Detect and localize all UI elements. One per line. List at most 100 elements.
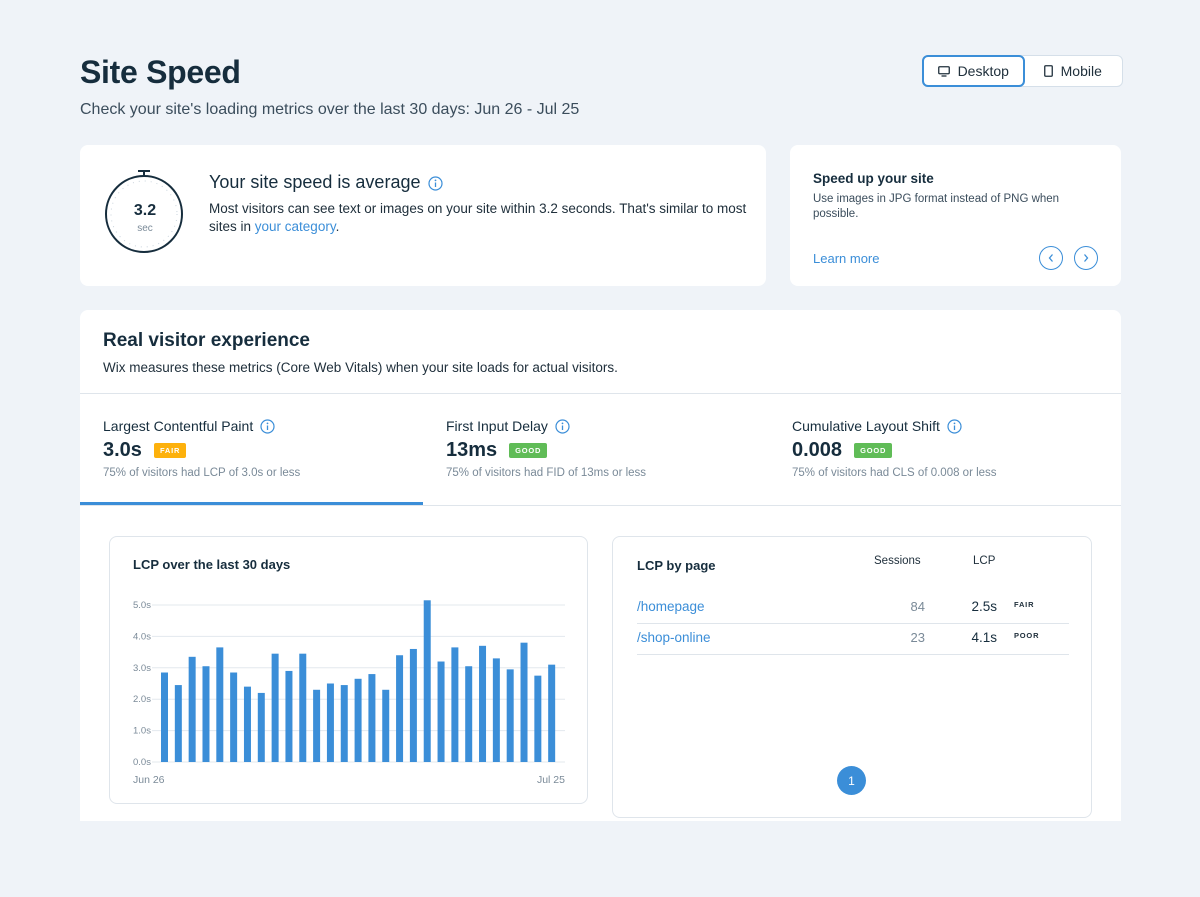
chart-bar[interactable] — [409, 648, 417, 762]
chart-bar[interactable] — [465, 666, 473, 762]
chart-bar[interactable] — [216, 647, 224, 762]
chart-bar[interactable] — [506, 669, 514, 762]
chart-bar[interactable] — [354, 678, 362, 762]
chart-bar[interactable] — [548, 664, 556, 762]
status-badge: GOOD — [854, 443, 893, 458]
page-subtitle: Check your site's loading metrics over t… — [80, 101, 580, 118]
speed-heading-text: Your site speed is average — [209, 172, 421, 192]
your-category-link[interactable]: your category — [255, 219, 336, 234]
info-icon[interactable] — [428, 175, 444, 191]
tip-text: Use images in JPG format instead of PNG … — [813, 193, 1060, 220]
y-tick-label: 3.0s — [133, 663, 151, 674]
chart-bar[interactable] — [230, 672, 238, 762]
x-tick-label: Jun 26 — [133, 774, 165, 786]
metric-value: 13ms GOOD — [446, 439, 548, 462]
status-label: FAIR — [1014, 600, 1035, 609]
table-title: LCP by page — [637, 558, 716, 573]
section-title: Real visitor experience — [103, 330, 310, 351]
metric-tab-lcp[interactable]: Largest Contentful Paint 3.0s FAIR 75% o… — [80, 394, 423, 505]
chart-bar[interactable] — [451, 647, 459, 762]
info-icon[interactable] — [555, 418, 570, 434]
lcp-bar-chart: 0.0s 1.0s 2.0s 3.0s 4.0s 5.0s Jun 26 Jul 25 — [133, 600, 565, 786]
metric-name: Largest Contentful Paint — [103, 418, 275, 434]
mobile-button[interactable]: Mobile — [1024, 56, 1123, 86]
lcp-value: 2.5s — [971, 599, 997, 614]
sessions-column-header: Sessions — [874, 555, 921, 567]
desktop-button[interactable]: Desktop — [922, 55, 1025, 87]
metric-name-text: Largest Contentful Paint — [103, 418, 254, 434]
metric-name: First Input Delay — [446, 418, 570, 434]
tip-title: Speed up your site — [813, 171, 934, 186]
tip-card: Speed up your site Use images in JPG for… — [790, 145, 1121, 286]
lcp-column-header: LCP — [973, 555, 996, 567]
sessions-count: 84 — [910, 599, 925, 614]
metric-tab-fid[interactable]: First Input Delay 13ms GOOD 75% of visit… — [423, 394, 766, 505]
chart-bar[interactable] — [520, 642, 528, 762]
chart-bar[interactable] — [257, 692, 265, 762]
chart-bar[interactable] — [396, 655, 404, 762]
chart-bar[interactable] — [299, 653, 307, 762]
chart-bar[interactable] — [243, 686, 251, 762]
phone-icon — [1043, 65, 1053, 77]
y-tick-label: 1.0s — [133, 726, 151, 737]
pagination-page-button[interactable]: 1 — [837, 766, 866, 795]
y-tick-label: 4.0s — [133, 631, 151, 642]
chart-bar[interactable] — [285, 670, 293, 762]
status-badge: GOOD — [509, 443, 548, 458]
status-label: POOR — [1014, 631, 1040, 640]
next-tip-button[interactable] — [1074, 246, 1098, 270]
chart-bar[interactable] — [340, 685, 348, 762]
prev-tip-button[interactable] — [1039, 246, 1063, 270]
section-subtitle: Wix measures these metrics (Core Web Vit… — [103, 360, 618, 375]
chart-bar[interactable] — [492, 658, 500, 762]
chart-bar[interactable] — [534, 675, 542, 762]
chart-bar[interactable] — [202, 666, 210, 762]
chart-bar[interactable] — [313, 689, 321, 762]
page-title: Site Speed — [80, 54, 241, 90]
learn-more-link[interactable]: Learn more — [813, 251, 879, 266]
speed-unit: sec — [137, 223, 153, 234]
chart-bar[interactable] — [368, 674, 376, 762]
metric-value-text: 0.008 — [792, 439, 843, 461]
chevron-left-icon — [1047, 251, 1055, 266]
chart-bar[interactable] — [437, 661, 445, 762]
metric-name-text: Cumulative Layout Shift — [792, 418, 940, 434]
desktop-label: Desktop — [957, 63, 1009, 79]
lcp-value: 4.1s — [971, 630, 997, 645]
stopwatch-icon: 3.2 sec — [104, 167, 186, 253]
speed-value: 3.2 — [133, 202, 157, 219]
chart-bar[interactable] — [326, 683, 334, 763]
divider — [80, 505, 1121, 506]
metric-tab-cls[interactable]: Cumulative Layout Shift 0.008 GOOD 75% o… — [769, 394, 1112, 505]
y-tick-label: 5.0s — [133, 600, 151, 611]
chevron-right-icon — [1082, 251, 1090, 266]
speed-summary-card: 3.2 sec Your site speed is average Most … — [80, 145, 766, 286]
metric-note: 75% of visitors had LCP of 3.0s or less — [103, 467, 301, 479]
info-icon[interactable] — [947, 418, 962, 434]
sessions-count: 23 — [910, 630, 925, 645]
page-link[interactable]: /shop-online — [637, 630, 711, 645]
metric-name-text: First Input Delay — [446, 418, 548, 434]
metric-value: 3.0s FAIR — [103, 439, 187, 462]
speed-heading: Your site speed is average — [209, 172, 444, 193]
chart-bar[interactable] — [423, 600, 431, 762]
chart-bar[interactable] — [161, 672, 168, 762]
page-link[interactable]: /homepage — [637, 599, 705, 614]
chart-bar[interactable] — [188, 656, 196, 762]
metric-note: 75% of visitors had CLS of 0.008 or less — [792, 467, 997, 479]
metric-name: Cumulative Layout Shift — [792, 418, 962, 434]
chart-bar[interactable] — [479, 645, 487, 762]
y-tick-label: 0.0s — [133, 757, 151, 768]
table-row: /homepage 84 2.5s FAIR — [637, 592, 1069, 624]
device-toggle: Desktop Mobile — [922, 55, 1123, 87]
lcp-by-page-card: LCP by page Sessions LCP /homepage 84 2.… — [612, 536, 1092, 818]
chart-bar[interactable] — [271, 653, 279, 762]
mobile-label: Mobile — [1060, 63, 1102, 79]
info-icon[interactable] — [260, 418, 275, 434]
chart-bar[interactable] — [382, 689, 390, 762]
monitor-icon — [937, 65, 950, 77]
chart-bar[interactable] — [174, 685, 182, 762]
speed-description: Most visitors can see text or images on … — [209, 200, 749, 236]
speed-desc-end: . — [335, 219, 340, 234]
y-tick-label: 2.0s — [133, 694, 151, 705]
